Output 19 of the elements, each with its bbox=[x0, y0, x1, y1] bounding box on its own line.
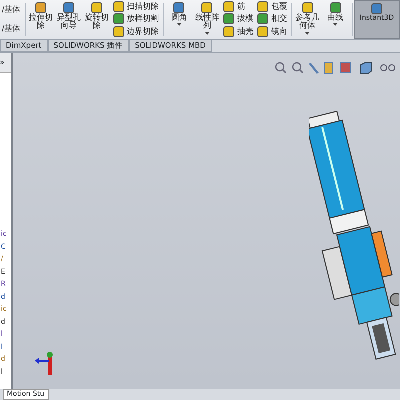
ribbon-tool-button[interactable]: 拔模 bbox=[223, 13, 254, 26]
ribbon-tool-button[interactable]: /基体 bbox=[2, 4, 21, 16]
ribbon-tool-button[interactable]: 放样切割 bbox=[113, 13, 160, 26]
ribbon-tool-button[interactable]: 曲线 bbox=[322, 0, 350, 39]
ribbon-tool-button[interactable]: 筋 bbox=[223, 1, 254, 14]
expand-button[interactable]: » bbox=[0, 58, 5, 66]
ribbon-tool-button[interactable]: 线性阵列 bbox=[193, 0, 222, 39]
ribbon-tool-button[interactable]: 镜向 bbox=[257, 26, 288, 38]
ribbon-tool-button[interactable]: 旋转切除 bbox=[83, 0, 112, 39]
ribbon-tool-button[interactable]: 参考几何体 bbox=[294, 0, 322, 39]
ribbon-tool-button[interactable]: /基体 bbox=[2, 22, 21, 35]
ribbon-tool-button[interactable]: 相交 bbox=[257, 13, 288, 26]
ribbon-tool-button[interactable]: 异型孔向导 bbox=[55, 0, 84, 39]
ribbon-tool-button[interactable]: 圆角 bbox=[165, 0, 194, 39]
ribbon-tool-button[interactable]: 抽壳 bbox=[223, 26, 254, 38]
ribbon-tool-button[interactable]: 边界切除 bbox=[113, 26, 160, 38]
ribbon-tool-button[interactable]: 扫描切除 bbox=[113, 1, 160, 14]
ribbon-tool-button[interactable]: 包覆 bbox=[257, 1, 288, 14]
ribbon-tool-button[interactable]: 拉伸切除 bbox=[27, 0, 56, 39]
